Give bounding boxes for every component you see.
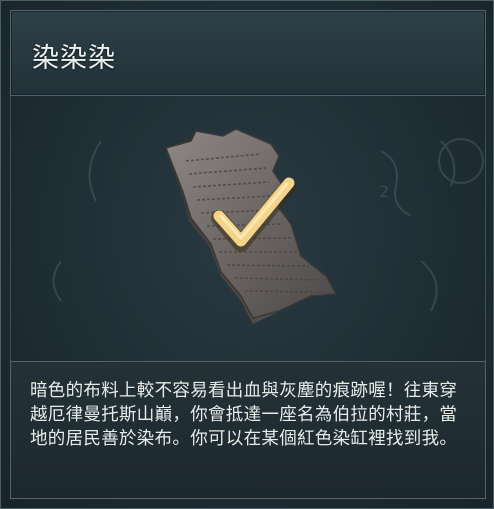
torn-stone-tablet-icon (165, 128, 338, 324)
item-image-area (10, 96, 486, 361)
quest-title: 染染染 (32, 43, 116, 74)
quest-card-panel: 2 2 染染染 (0, 0, 494, 509)
card-header: 染染染 (10, 10, 486, 96)
quest-description: 暗色的布料上較不容易看出血與灰塵的痕跡喔！往東穿越厄律曼托斯山巔，你會抵達一座名… (30, 381, 458, 449)
description-box: 暗色的布料上較不容易看出血與灰塵的痕跡喔！往東穿越厄律曼托斯山巔，你會抵達一座名… (10, 361, 486, 499)
